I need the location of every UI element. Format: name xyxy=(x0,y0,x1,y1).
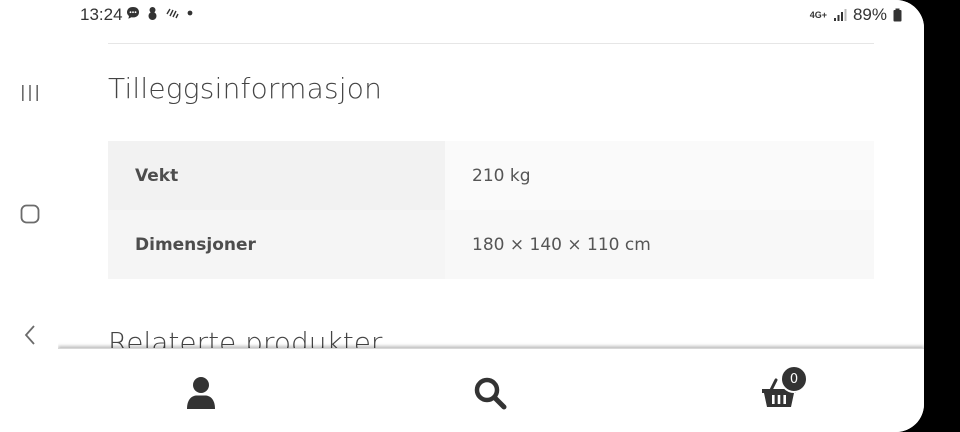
page-content[interactable]: Tilleggsinformasjon Vekt 210 kg Dimensjo… xyxy=(58,30,924,348)
account-icon xyxy=(187,377,215,409)
product-attributes-table: Vekt 210 kg Dimensjoner 180 × 140 × 110 … xyxy=(108,141,874,279)
table-row: Vekt 210 kg xyxy=(108,141,874,210)
search-button[interactable] xyxy=(470,373,510,413)
battery-icon xyxy=(893,8,902,22)
handheld-footer-bar: 0 xyxy=(58,348,924,432)
home-button[interactable] xyxy=(14,198,46,230)
attribute-value: 210 kg xyxy=(445,141,874,210)
status-bar: 13:24 4G+ 89% xyxy=(58,0,924,30)
search-icon xyxy=(474,377,507,410)
section-divider xyxy=(108,43,874,44)
attribute-label: Dimensjoner xyxy=(108,210,445,279)
recents-icon xyxy=(22,85,38,101)
weather-icon xyxy=(166,8,179,19)
message-icon xyxy=(127,7,139,19)
system-status-icons: 4G+ 89% xyxy=(810,5,902,25)
attribute-label: Vekt xyxy=(108,141,445,210)
screen: 13:24 4G+ 89% Tilleggsinformasjon Vekt 2… xyxy=(58,0,924,432)
additional-info-title: Tilleggsinformasjon xyxy=(108,72,383,105)
home-icon xyxy=(20,204,40,224)
cart-count-badge: 0 xyxy=(780,365,808,393)
table-row: Dimensjoner 180 × 140 × 110 cm xyxy=(108,210,874,279)
battery-percentage: 89% xyxy=(852,5,887,24)
app-root: 13:24 4G+ 89% Tilleggsinformasjon Vekt 2… xyxy=(0,0,960,432)
dot-icon xyxy=(187,10,193,16)
recents-button[interactable] xyxy=(14,77,46,109)
back-icon xyxy=(24,325,35,345)
system-nav-bar xyxy=(0,0,60,432)
status-time: 13:24 xyxy=(80,5,123,24)
network-type-label: 4G+ xyxy=(809,9,827,20)
signal-icon xyxy=(833,9,847,21)
attribute-value: 180 × 140 × 110 cm xyxy=(445,210,874,279)
account-button[interactable] xyxy=(181,373,221,413)
back-button[interactable] xyxy=(14,319,46,351)
snowman-icon xyxy=(148,7,157,20)
notification-icons xyxy=(126,6,195,20)
related-products-title: Relaterte produkter xyxy=(108,326,383,348)
